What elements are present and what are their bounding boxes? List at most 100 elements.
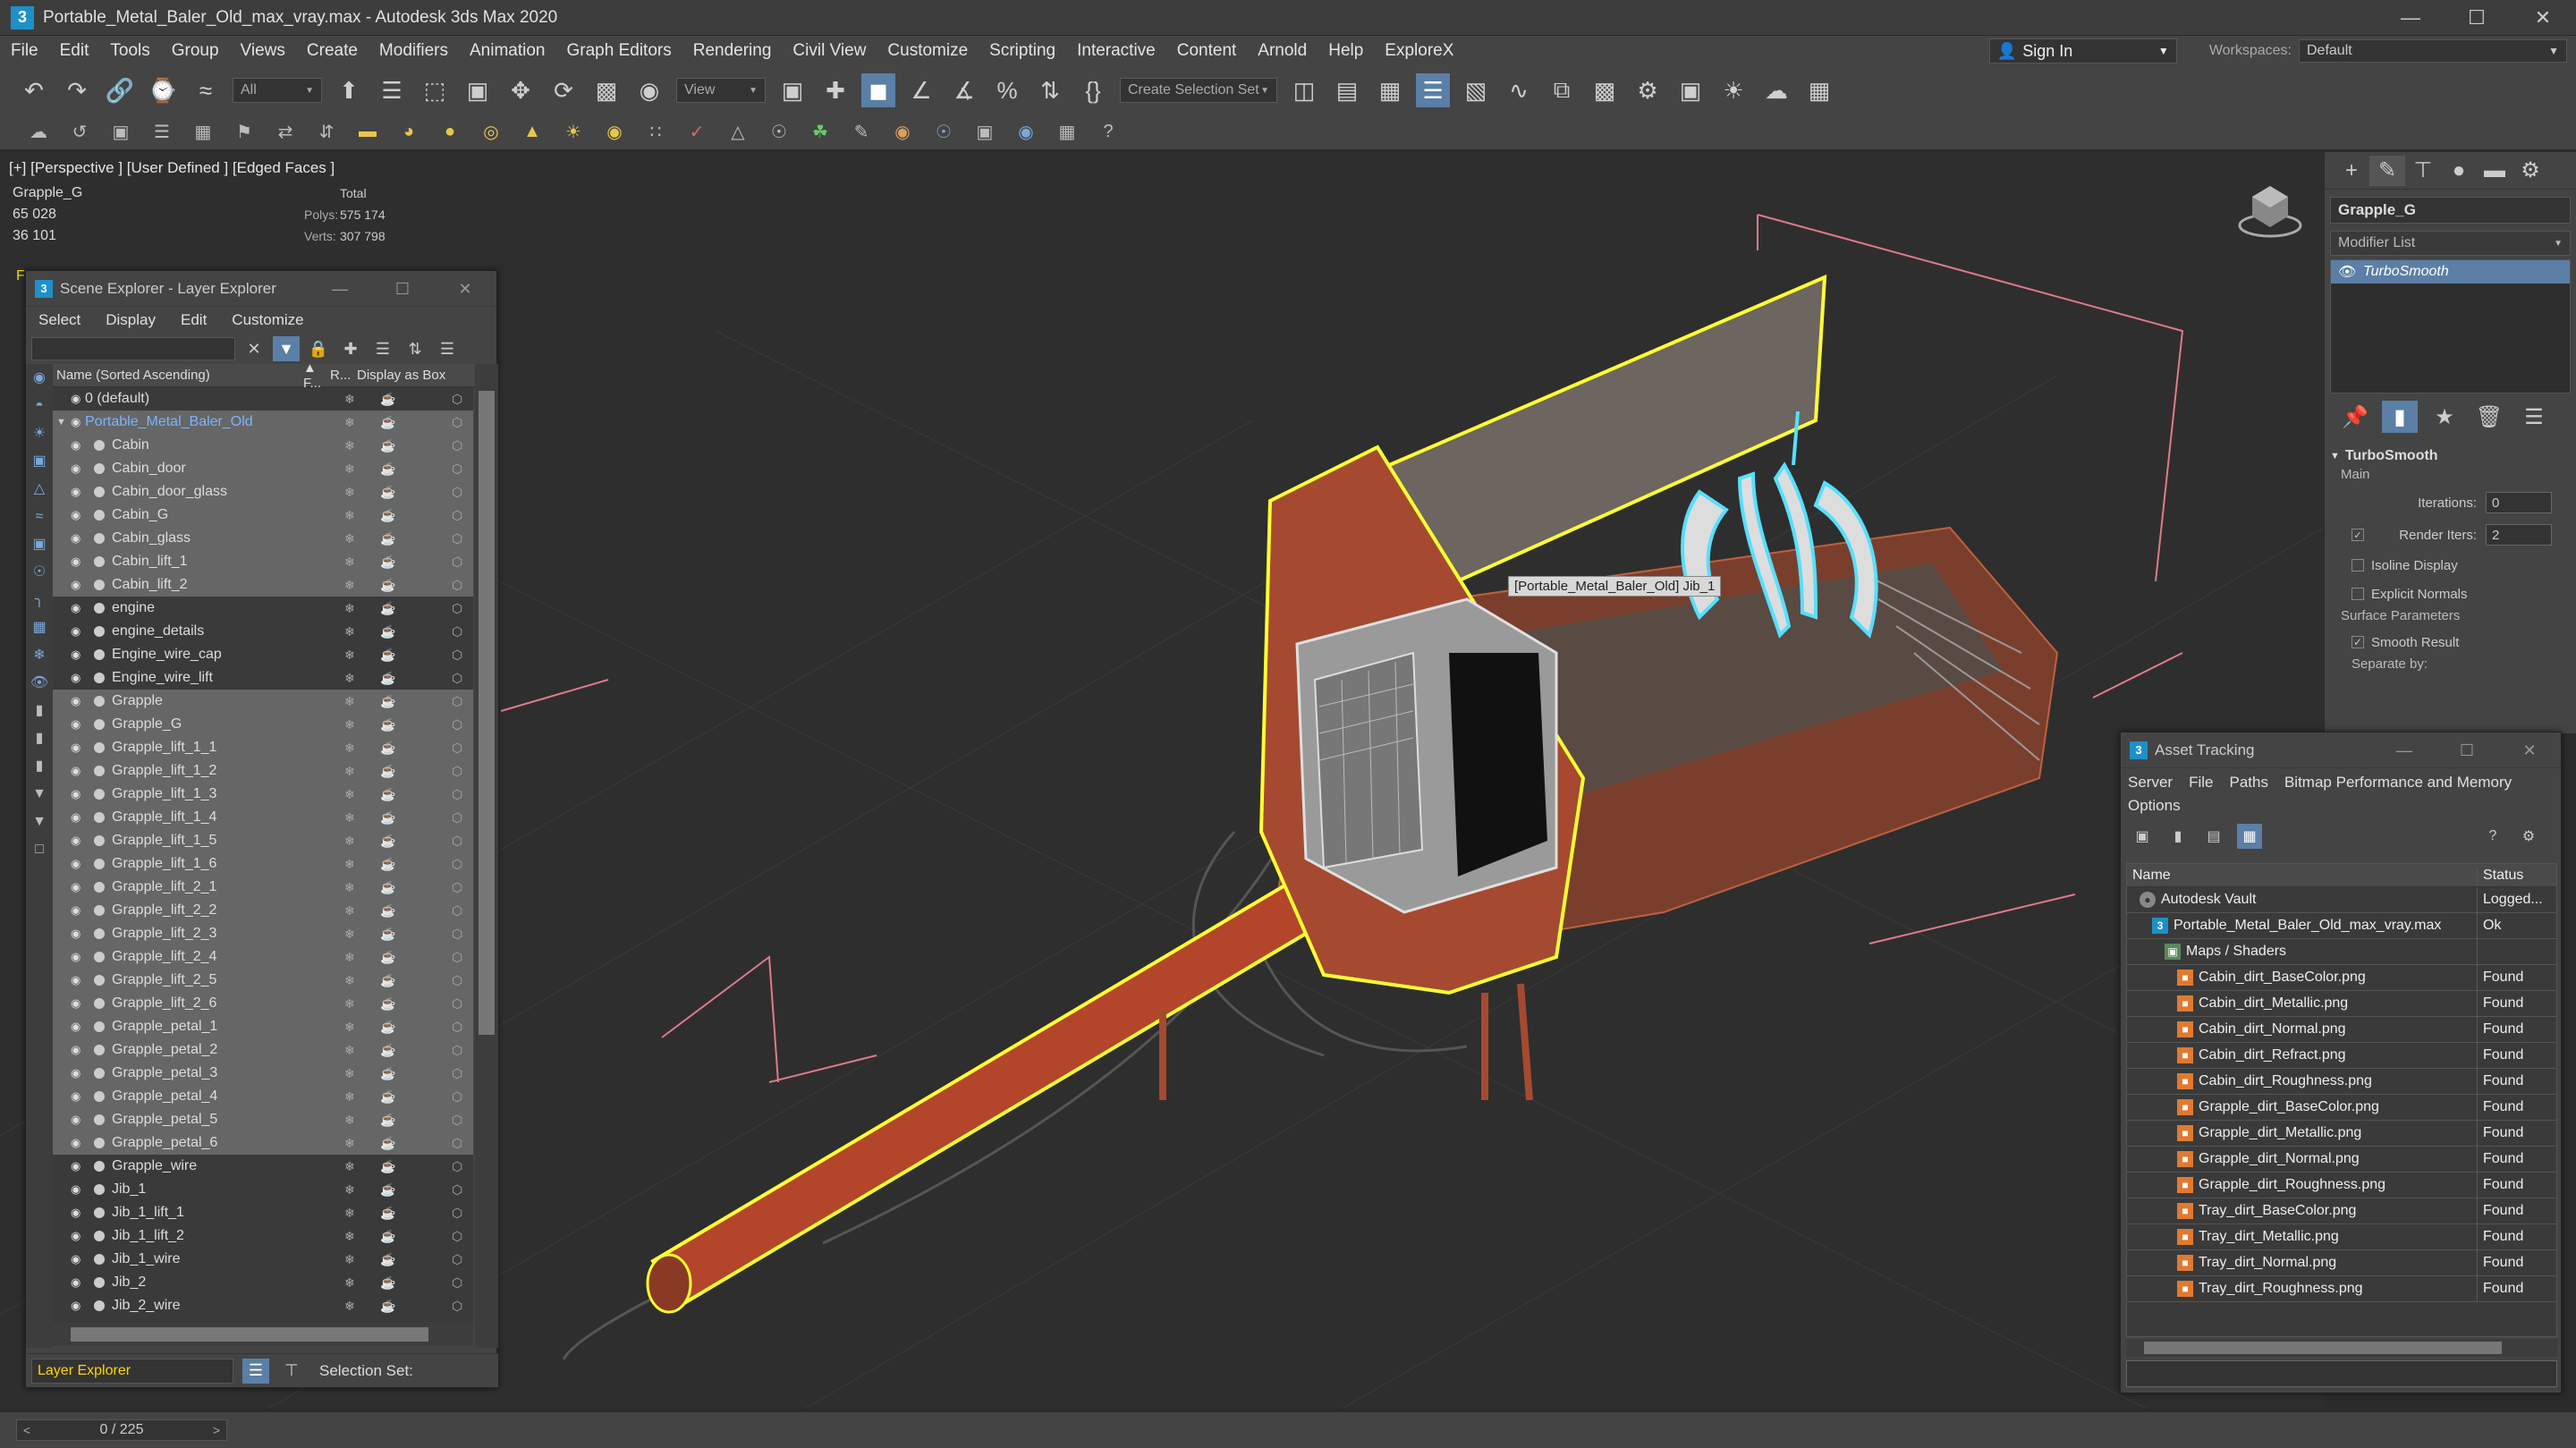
table-row[interactable]: ■ Cabin_dirt_Normal.png Found <box>2127 1016 2556 1043</box>
eye-icon[interactable]: ◉ <box>71 973 80 987</box>
col-asset-status[interactable]: Status <box>2478 868 2523 884</box>
maximize-icon[interactable]: ☐ <box>2436 732 2498 768</box>
horizontal-scrollbar[interactable] <box>53 1323 473 1346</box>
list-item[interactable]: ◉ Grapple_lift_1_3 ❄ ☕ ⬡ <box>53 783 473 806</box>
display-as-box-icon[interactable]: ⬡ <box>452 1113 462 1128</box>
col-name[interactable]: Name (Sorted Ascending) <box>53 368 303 383</box>
renderable-icon[interactable]: ☕ <box>380 438 395 453</box>
rollout-header[interactable]: ▼ TurboSmooth <box>2330 445 2571 467</box>
toggle-ribbon-icon[interactable]: ▧ <box>1459 73 1493 107</box>
cone-icon[interactable]: ▲ <box>519 119 546 146</box>
list-item[interactable]: ◉ 0 (default) ❄ ☕ ⬡ <box>53 387 473 411</box>
list-item[interactable]: ◉ Grapple_petal_2 ❄ ☕ ⬡ <box>53 1038 473 1062</box>
select-manipulate-icon[interactable]: ✚ <box>818 73 852 107</box>
renderable-icon[interactable]: ☕ <box>380 1089 395 1105</box>
eye-icon[interactable]: 👁 <box>2338 263 2356 281</box>
eye-icon[interactable]: ◉ <box>71 741 80 755</box>
eye-icon[interactable]: ◉ <box>71 392 80 406</box>
list-item[interactable]: ◉ Grapple_lift_2_6 ❄ ☕ ⬡ <box>53 992 473 1015</box>
renderable-icon[interactable]: ☕ <box>380 671 395 686</box>
renderable-icon[interactable]: ☕ <box>380 717 395 732</box>
menu-item-civil-view[interactable]: Civil View <box>782 41 877 61</box>
modify-tab-icon[interactable]: ✎ <box>2369 155 2405 186</box>
funnel-icon[interactable]: ▼ <box>26 808 53 835</box>
minimize-icon[interactable]: — <box>2373 732 2436 768</box>
chevron-left-icon[interactable]: < <box>17 1423 37 1437</box>
menu-item-customize[interactable]: Customize <box>877 41 979 61</box>
eye-icon[interactable]: ◉ <box>71 1043 80 1057</box>
list-item[interactable]: ◉ Grapple_lift_1_5 ❄ ☕ ⬡ <box>53 829 473 852</box>
col-frozen[interactable]: ▲ F... <box>303 360 330 391</box>
display-as-box-icon[interactable]: ⬡ <box>452 671 462 686</box>
freeze-icon[interactable]: ❄ <box>344 392 355 407</box>
mesh-icon[interactable]: △ <box>724 119 751 146</box>
display-as-box-icon[interactable]: ⬡ <box>452 601 462 616</box>
scrollbar-thumb[interactable] <box>71 1327 428 1342</box>
at-menu-server[interactable]: Server <box>2128 774 2173 792</box>
freeze-icon[interactable]: ❄ <box>344 578 355 593</box>
utilities-tab-icon[interactable]: ⚙ <box>2512 156 2548 186</box>
display-as-box-icon[interactable]: ⬡ <box>452 461 462 477</box>
world-icon[interactable]: ☉ <box>930 119 957 146</box>
list-item[interactable]: ◉ Grapple_lift_1_1 ❄ ☕ ⬡ <box>53 736 473 759</box>
at-menu-bitmap-performance-and-memory[interactable]: Bitmap Performance and Memory <box>2284 774 2512 792</box>
close-icon[interactable]: ✕ <box>2510 0 2576 36</box>
mirror-icon[interactable]: ◫ <box>1287 73 1321 107</box>
asset-tracking-menu-options[interactable]: Options <box>2121 797 2561 820</box>
freeze-icon[interactable]: ❄ <box>344 461 355 477</box>
menu-item-edit[interactable]: Edit <box>49 41 100 61</box>
display-as-box-icon[interactable]: ⬡ <box>452 927 462 942</box>
list-item[interactable]: ◉ Cabin_lift_1 ❄ ☕ ⬡ <box>53 550 473 573</box>
ref-coord-dropdown[interactable]: View ▼ <box>676 78 766 103</box>
schematic-view-icon[interactable]: ⧉ <box>1545 73 1579 107</box>
display-as-box-icon[interactable]: ⬡ <box>452 1159 462 1174</box>
menu-item-rendering[interactable]: Rendering <box>682 41 783 61</box>
filter-containers-icon[interactable]: ▦ <box>26 614 53 641</box>
box-icon[interactable]: ▬ <box>354 119 381 146</box>
explorer-selector[interactable]: Layer Explorer <box>31 1358 233 1384</box>
freeze-icon[interactable]: ❄ <box>344 485 355 500</box>
renderable-icon[interactable]: ☕ <box>380 508 395 523</box>
list-item[interactable]: ◉ Grapple_lift_2_4 ❄ ☕ ⬡ <box>53 945 473 969</box>
display-as-box-icon[interactable]: ⬡ <box>452 485 462 500</box>
menu-item-modifiers[interactable]: Modifiers <box>369 41 459 61</box>
freeze-icon[interactable]: ❄ <box>344 555 355 570</box>
display-as-box-icon[interactable]: ⬡ <box>452 1275 462 1291</box>
display-as-box-icon[interactable]: ⬡ <box>452 508 462 523</box>
plant-icon[interactable]: ☘ <box>807 119 834 146</box>
renderable-icon[interactable]: ☕ <box>380 1299 395 1314</box>
display-as-box-icon[interactable]: ⬡ <box>452 694 462 709</box>
list-item[interactable]: ◉ Grapple_wire ❄ ☕ ⬡ <box>53 1155 473 1178</box>
show-end-result-icon[interactable]: ▮ <box>2382 401 2418 433</box>
display-as-box-icon[interactable]: ⬡ <box>452 764 462 779</box>
menu-item-arnold[interactable]: Arnold <box>1247 41 1318 61</box>
curve-editor-icon[interactable]: ∿ <box>1502 73 1536 107</box>
menu-item-graph-editors[interactable]: Graph Editors <box>556 41 682 61</box>
renderable-icon[interactable]: ☕ <box>380 996 395 1012</box>
scrollbar-thumb[interactable] <box>479 391 495 1035</box>
menu-item-help[interactable]: Help <box>1318 41 1374 61</box>
display-as-box-icon[interactable]: ⬡ <box>452 717 462 732</box>
list-item[interactable]: ◉ Cabin_glass ❄ ☕ ⬡ <box>53 527 473 550</box>
layers-toggle-icon[interactable]: ☰ <box>242 1358 269 1384</box>
toggle-layer-explorer-icon[interactable]: ☰ <box>1416 73 1450 107</box>
stack-icon[interactable]: ☰ <box>434 336 461 361</box>
list-item[interactable]: ◉ Grapple_lift_2_5 ❄ ☕ ⬡ <box>53 969 473 992</box>
hierarchy-tab-icon[interactable]: ⊤ <box>2405 156 2441 186</box>
eye-icon[interactable]: ◉ <box>71 927 80 941</box>
eye-icon[interactable]: ◉ <box>71 1136 80 1150</box>
eye-icon[interactable]: ◉ <box>71 1229 80 1243</box>
eye-icon[interactable]: ◉ <box>71 1299 80 1313</box>
display-as-box-icon[interactable]: ⬡ <box>452 1252 462 1267</box>
find-icon[interactable]: ▼ <box>26 780 53 808</box>
se-menu-edit[interactable]: Edit <box>168 311 219 329</box>
display-as-box-icon[interactable]: ⬡ <box>452 624 462 639</box>
filter-helpers-icon[interactable]: △ <box>26 475 53 503</box>
spinner-snap-icon[interactable]: ⇅ <box>1033 73 1067 107</box>
renderable-icon[interactable]: ☕ <box>380 601 395 616</box>
se-menu-select[interactable]: Select <box>26 311 93 329</box>
torus-icon[interactable]: ◎ <box>478 119 504 146</box>
list-item[interactable]: ◉ Grapple_petal_4 ❄ ☕ ⬡ <box>53 1085 473 1108</box>
render-iters-spinner[interactable]: 2 <box>2486 524 2552 546</box>
make-unique-icon[interactable]: ★ <box>2427 401 2462 433</box>
